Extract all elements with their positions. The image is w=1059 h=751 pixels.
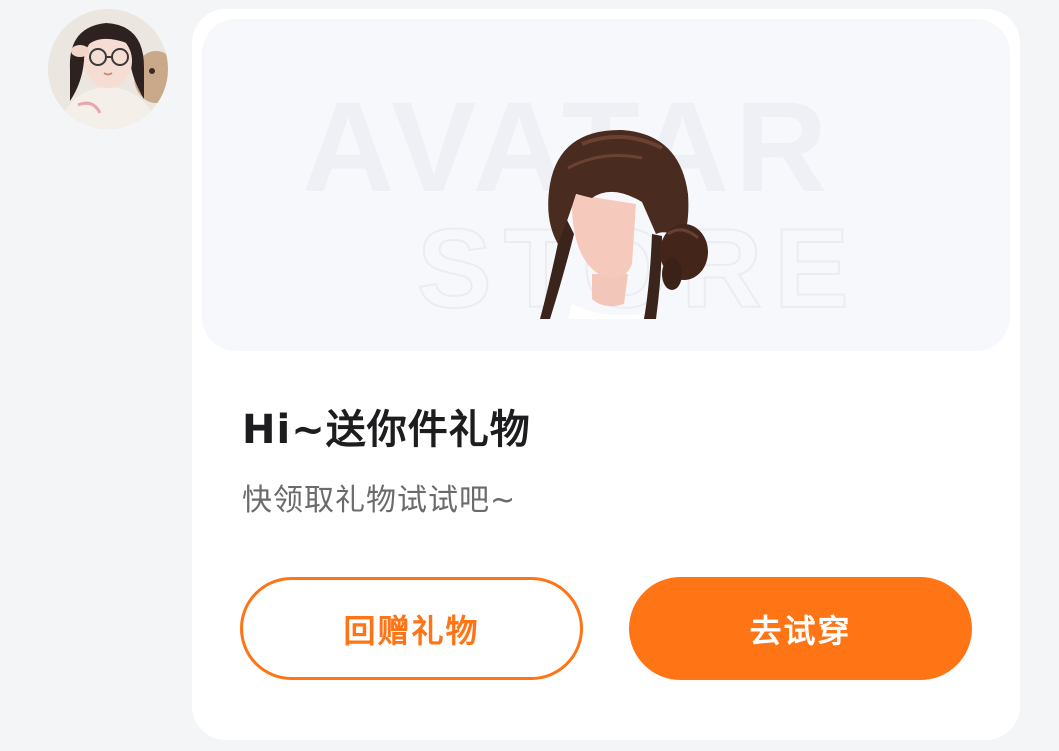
return-gift-button[interactable]: 回赠礼物: [240, 577, 583, 680]
hairstyle-gift-icon: [540, 129, 708, 319]
gift-title: Hi~送你件礼物: [242, 407, 531, 453]
gift-preview: AVATAR STORE: [202, 19, 1010, 351]
gift-subtitle: 快领取礼物试试吧~: [242, 483, 517, 518]
try-on-button[interactable]: 去试穿: [629, 577, 972, 680]
avatar-photo: [48, 9, 168, 129]
gift-card: AVATAR STORE Hi~送你件礼物 快领取礼物试试吧~ 回赠礼物 去试穿: [192, 9, 1020, 740]
user-avatar[interactable]: [48, 9, 168, 129]
